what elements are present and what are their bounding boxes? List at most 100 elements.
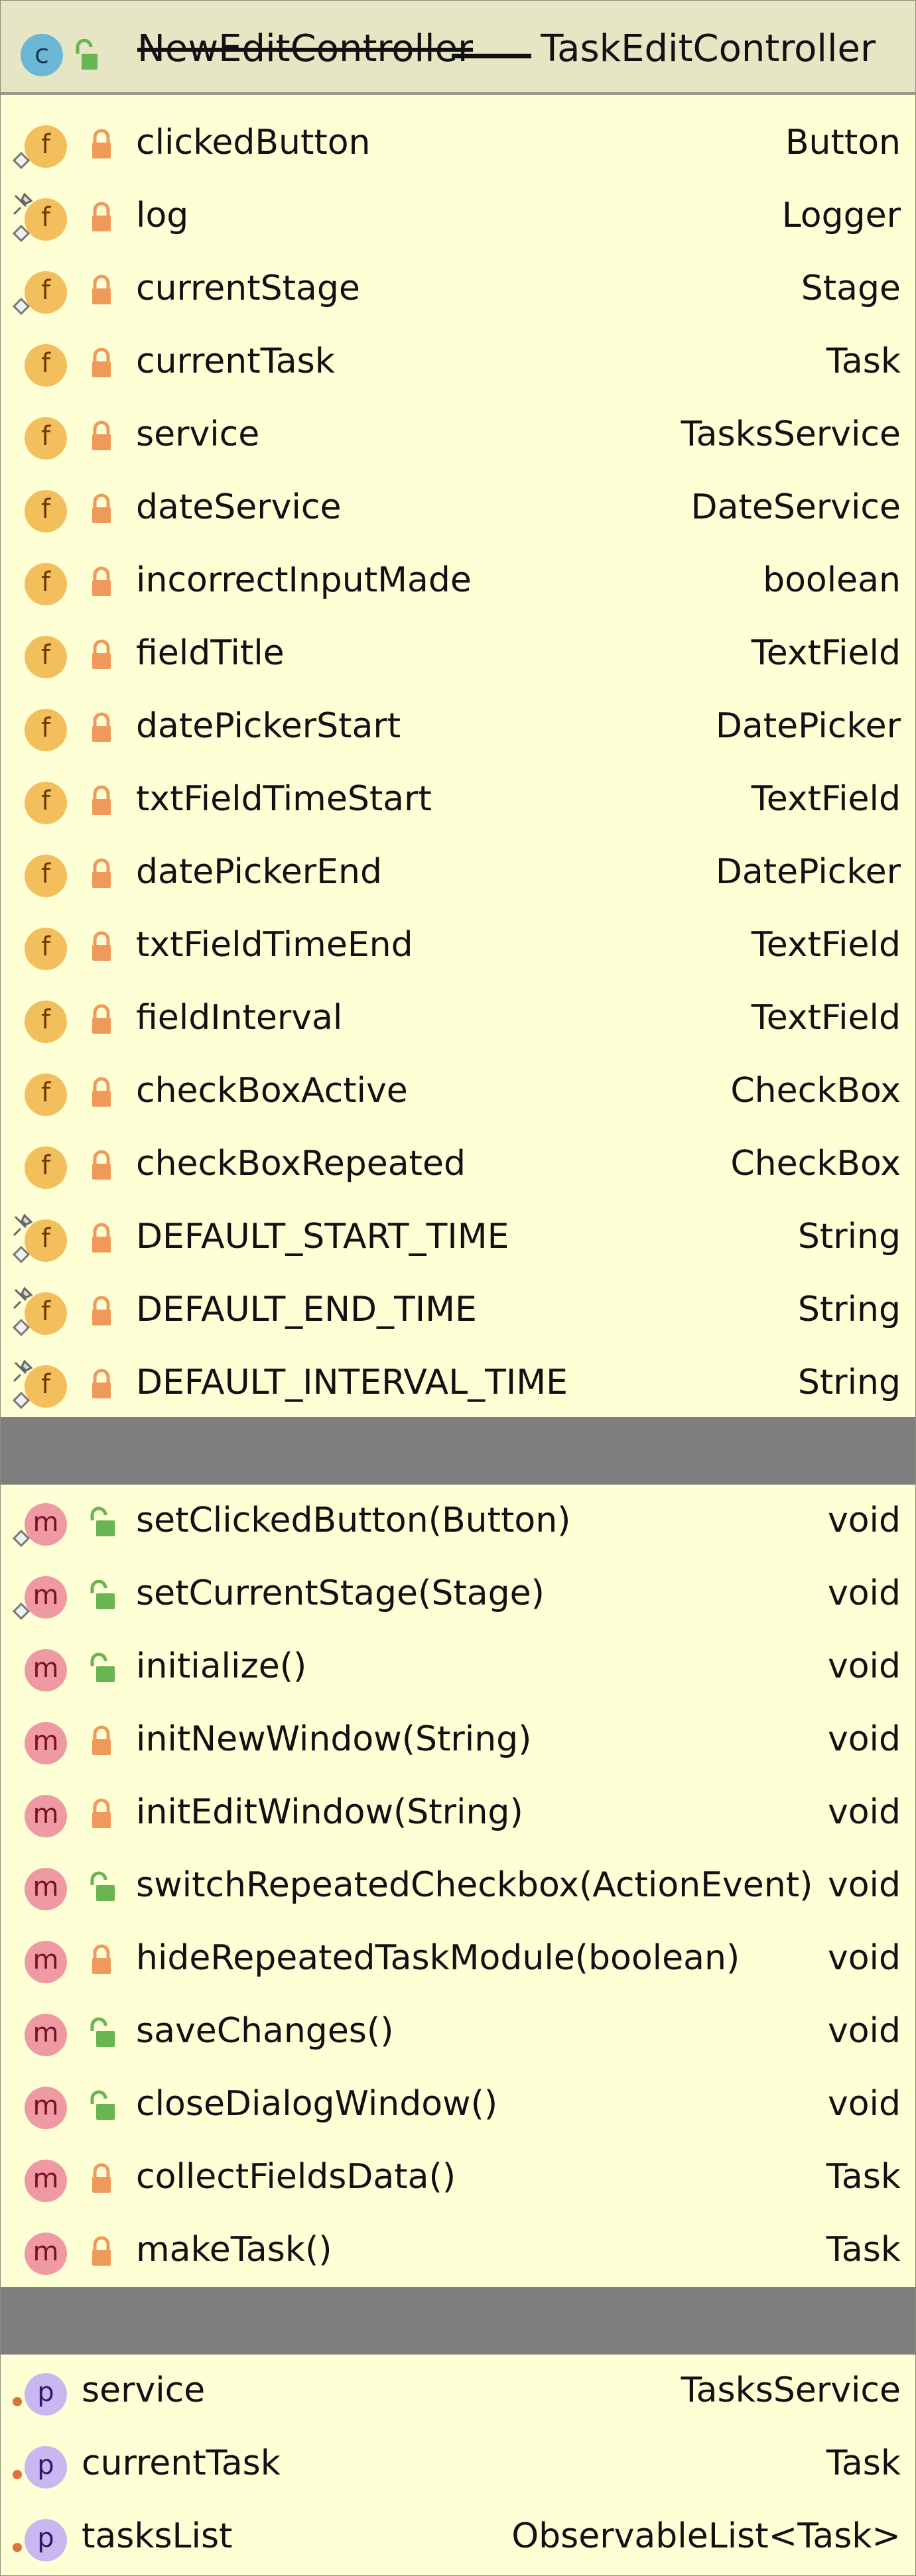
field-row[interactable]: f checkBoxActive CheckBox [1, 1056, 915, 1129]
unlocked-icon [90, 1579, 115, 1609]
member-type: Stage [801, 269, 901, 308]
property-dot-icon [13, 2470, 22, 2479]
method-icon: m [25, 2233, 67, 2275]
method-row[interactable]: m initEditWindow(String) void [1, 1778, 915, 1851]
method-icon: m [25, 1941, 67, 1983]
field-row[interactable]: f fieldInterval TextField [1, 983, 915, 1056]
member-name: fieldTitle [136, 633, 285, 673]
method-row[interactable]: m makeTask() Task [1, 2215, 915, 2288]
member-type: void [827, 1865, 901, 1905]
property-icon: p [25, 2519, 67, 2561]
field-row[interactable]: f incorrectInputMade boolean [1, 546, 915, 619]
field-row[interactable]: f clickedButton Button [1, 108, 915, 181]
field-row[interactable]: f datePickerStart DatePicker [1, 692, 915, 765]
method-row[interactable]: m setCurrentStage(Stage) void [1, 1559, 915, 1632]
annotation-diamond-icon [12, 1602, 31, 1621]
class-diagram-card: c NewEditController TaskEditController f… [0, 0, 916, 2576]
lock-icon [92, 1004, 111, 1034]
field-row[interactable]: f currentStage Stage [1, 254, 915, 327]
unlocked-icon [90, 2090, 115, 2120]
member-type: TextField [751, 779, 901, 819]
field-row[interactable]: f DEFAULT_END_TIME String [1, 1275, 915, 1348]
lock-icon [92, 785, 111, 815]
member-type: Task [826, 2157, 901, 2197]
field-row[interactable]: f DEFAULT_INTERVAL_TIME String [1, 1348, 915, 1421]
property-row[interactable]: p service TasksService [1, 2356, 915, 2429]
field-row[interactable]: f checkBoxRepeated CheckBox [1, 1129, 915, 1202]
member-name: DEFAULT_INTERVAL_TIME [136, 1363, 568, 1402]
member-type: String [797, 1290, 901, 1329]
member-type: CheckBox [730, 1144, 901, 1184]
lock-icon [92, 275, 111, 304]
member-name: datePickerStart [136, 706, 401, 746]
lock-icon [92, 1077, 111, 1107]
lock-icon [92, 858, 111, 888]
member-type: DatePicker [715, 852, 901, 892]
member-type: void [827, 2011, 901, 2051]
method-row[interactable]: m closeDialogWindow() void [1, 2069, 915, 2142]
lock-icon [92, 1223, 111, 1253]
annotation-diamond-icon [12, 297, 31, 316]
member-type: void [827, 1501, 901, 1540]
strikethrough-mark [452, 54, 531, 58]
lock-icon [92, 129, 111, 158]
member-type: boolean [763, 560, 901, 600]
method-row[interactable]: m collectFieldsData() Task [1, 2142, 915, 2215]
field-row[interactable]: f DEFAULT_START_TIME String [1, 1202, 915, 1275]
field-row[interactable]: f service TasksService [1, 400, 915, 473]
field-icon: f [25, 563, 67, 605]
section-divider [1, 1417, 915, 1485]
member-type: DateService [690, 487, 901, 527]
field-icon: f [25, 855, 67, 897]
member-name: currentStage [136, 269, 360, 308]
field-row[interactable]: f txtFieldTimeEnd TextField [1, 910, 915, 983]
member-name: tasksList [82, 2516, 233, 2556]
field-row[interactable]: f log Logger [1, 181, 915, 254]
field-icon: f [25, 344, 67, 387]
field-icon: f [25, 636, 67, 678]
method-icon: m [25, 1649, 67, 1691]
field-icon: f [25, 709, 67, 751]
member-type: void [827, 1719, 901, 1759]
member-name: dateService [136, 487, 342, 527]
member-name: hideRepeatedTaskModule(boolean) [136, 1938, 740, 1978]
property-dot-icon [13, 2543, 22, 2552]
member-name: log [136, 196, 189, 235]
lock-icon [92, 493, 111, 523]
member-type: TextField [751, 633, 901, 673]
method-row[interactable]: m saveChanges() void [1, 1996, 915, 2069]
property-row[interactable]: p currentTask Task [1, 2429, 915, 2502]
member-name: checkBoxRepeated [136, 1144, 466, 1184]
member-type: void [827, 1938, 901, 1978]
member-type: String [797, 1217, 901, 1257]
member-name: currentTask [136, 341, 335, 381]
static-pin-icon [13, 1286, 33, 1310]
field-row[interactable]: f currentTask Task [1, 327, 915, 400]
member-type: void [827, 2084, 901, 2124]
annotation-diamond-icon [12, 1245, 31, 1264]
lock-icon [92, 202, 111, 231]
member-name: initEditWindow(String) [136, 1792, 523, 1832]
field-icon: f [25, 1001, 67, 1043]
lock-icon [92, 1725, 111, 1755]
method-icon: m [25, 2160, 67, 2202]
field-icon: f [25, 1073, 67, 1116]
field-row[interactable]: f dateService DateService [1, 473, 915, 546]
lock-icon [92, 566, 111, 596]
method-row[interactable]: m switchRepeatedCheckbox(ActionEvent) void [1, 1851, 915, 1924]
property-icon: p [25, 2446, 67, 2488]
method-row[interactable]: m initialize() void [1, 1632, 915, 1705]
method-icon: m [25, 1722, 67, 1764]
field-row[interactable]: f fieldTitle TextField [1, 619, 915, 692]
method-row[interactable]: m hideRepeatedTaskModule(boolean) void [1, 1924, 915, 1996]
property-row[interactable]: p tasksList ObservableList<Task> [1, 2502, 915, 2575]
member-type: void [827, 1646, 901, 1686]
method-row[interactable]: m initNewWindow(String) void [1, 1705, 915, 1778]
method-row[interactable]: m setClickedButton(Button) void [1, 1486, 915, 1559]
section-divider [1, 2287, 915, 2355]
member-name: clickedButton [136, 123, 371, 162]
field-row[interactable]: f datePickerEnd DatePicker [1, 837, 915, 910]
lock-icon [92, 2236, 111, 2266]
member-name: switchRepeatedCheckbox(ActionEvent) [136, 1865, 813, 1905]
field-row[interactable]: f txtFieldTimeStart TextField [1, 765, 915, 837]
